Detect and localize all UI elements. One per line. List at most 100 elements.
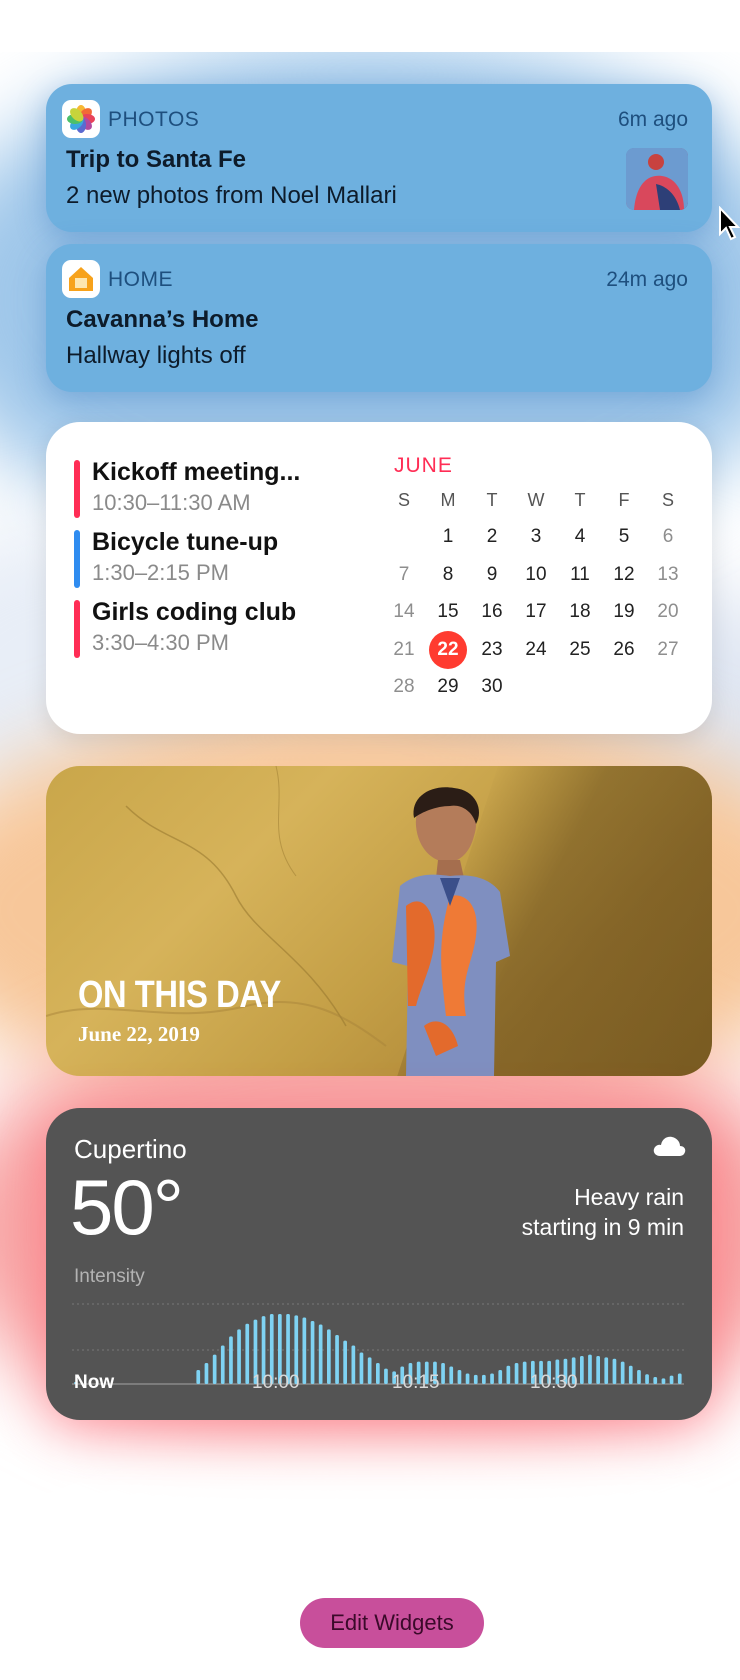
rain-bar [245, 1323, 250, 1384]
calendar-day: 3 [530, 526, 542, 547]
weekday-label: M [440, 490, 456, 510]
chart-tick-label: 10:15 [392, 1372, 440, 1393]
notification-time: 24m ago [606, 268, 688, 291]
notification-time: 6m ago [617, 108, 688, 131]
event-time: 10:30–11:30 AM [92, 490, 251, 515]
memory-date: June 22, 2019 [78, 1022, 200, 1046]
calendar-day: 8 [442, 563, 454, 585]
rain-bar [580, 1356, 584, 1384]
rain-bar [498, 1370, 503, 1384]
rain-bar [628, 1365, 633, 1384]
calendar-day: 10 [525, 563, 547, 585]
calendar-day: 23 [481, 638, 503, 660]
home-app-icon [62, 260, 100, 298]
calendar-day: 21 [393, 638, 415, 660]
calendar-day: 19 [613, 601, 635, 622]
intensity-label: Intensity [74, 1266, 145, 1287]
calendar-day: 17 [525, 601, 547, 622]
event-color-bar [74, 530, 80, 588]
calendar-day: 16 [481, 601, 503, 622]
rain-bar [653, 1377, 658, 1384]
calendar-day: 12 [613, 563, 635, 585]
calendar-day-today: 22 [437, 638, 459, 660]
calendar-day: 5 [618, 526, 630, 547]
rain-bar [359, 1352, 364, 1384]
event-time: 3:30–4:30 PM [92, 630, 229, 655]
rain-bar [482, 1374, 486, 1384]
notification-title: Cavanna’s Home [66, 306, 259, 333]
calendar-day: 30 [481, 676, 503, 697]
rain-bar [376, 1363, 380, 1384]
photo-thumbnail [626, 148, 688, 210]
calendar-day: 9 [486, 563, 498, 585]
home-notification[interactable]: HOME 24m ago Cavanna’s Home Hallway ligh… [46, 244, 712, 392]
rain-bar [229, 1336, 233, 1384]
weather-widget[interactable]: Cupertino 50° Heavy rain starting in 9 m… [46, 1108, 712, 1420]
chart-tick-label: 10:00 [252, 1372, 300, 1393]
rain-bar [220, 1345, 225, 1384]
rain-bar [318, 1324, 323, 1384]
event-color-bar [74, 460, 80, 518]
calendar-day: 20 [657, 601, 679, 622]
calendar-day: 28 [393, 676, 415, 697]
on-this-day-caption: ON THIS DAY [78, 974, 281, 1016]
weekday-label: S [397, 490, 410, 510]
photos-notification[interactable]: PHOTOS 6m ago Trip to Santa Fe 2 new pho… [46, 84, 712, 232]
calendar-widget[interactable]: Kickoff meeting... 10:30–11:30 AM Bicycl… [46, 422, 712, 734]
photos-app-icon [62, 100, 100, 138]
calendar-day: 15 [437, 601, 459, 622]
event-name: Kickoff meeting... [92, 458, 301, 486]
rain-bar [384, 1368, 388, 1384]
notification-app-name: PHOTOS [108, 108, 200, 131]
rain-bar [596, 1356, 600, 1384]
rain-intensity-chart [72, 1303, 684, 1385]
calendar-day: 2 [486, 526, 498, 547]
rain-bar [327, 1329, 331, 1384]
chart-tick-label: 10:30 [530, 1372, 578, 1393]
weekday-label: T [486, 490, 498, 510]
condition-line-1: Heavy rain [574, 1184, 684, 1210]
rain-bar [351, 1345, 356, 1384]
person-photo [392, 787, 510, 1076]
photos-widget[interactable]: ON THIS DAY June 22, 2019 [46, 766, 712, 1076]
rain-bar [335, 1335, 339, 1384]
event-name: Bicycle tune-up [92, 528, 279, 556]
rain-bar [677, 1373, 682, 1384]
rain-bar [237, 1329, 241, 1384]
rain-bar [212, 1354, 217, 1384]
calendar-day: 1 [442, 526, 454, 547]
rain-bar [441, 1363, 445, 1384]
rain-bar [588, 1354, 592, 1384]
rain-bar [514, 1363, 519, 1384]
calendar-day: 29 [437, 676, 459, 697]
calendar-day: 25 [569, 638, 591, 660]
notification-body: 2 new photos from Noel Mallari [66, 182, 397, 209]
rain-bar [522, 1361, 527, 1384]
rain-bar [490, 1373, 494, 1384]
cloud-icon [652, 1134, 686, 1163]
event-name: Girls coding club [92, 598, 297, 626]
rain-bar [465, 1373, 470, 1384]
calendar-day: 13 [657, 563, 679, 585]
rain-bar [661, 1378, 666, 1384]
rain-bar [506, 1365, 511, 1384]
calendar-day: 7 [398, 563, 410, 585]
calendar-day: 26 [613, 638, 635, 660]
rain-bar [612, 1358, 617, 1384]
rain-bar [367, 1357, 372, 1384]
notification-title: Trip to Santa Fe [66, 146, 247, 173]
rain-bar [457, 1370, 462, 1384]
rain-bar [310, 1321, 315, 1384]
rain-bar [669, 1375, 674, 1384]
weekday-label: W [527, 490, 545, 510]
weekday-label: S [661, 490, 674, 510]
calendar-day: 4 [574, 526, 586, 547]
calendar-day: 18 [569, 601, 591, 622]
rain-bar [302, 1317, 307, 1384]
edit-widgets-button[interactable]: Edit Widgets [300, 1598, 484, 1648]
rain-bar [449, 1366, 454, 1384]
notification-body: Hallway lights off [66, 342, 246, 369]
weather-city: Cupertino [74, 1134, 187, 1164]
rain-bar [343, 1340, 347, 1384]
calendar-day: 6 [662, 526, 674, 547]
